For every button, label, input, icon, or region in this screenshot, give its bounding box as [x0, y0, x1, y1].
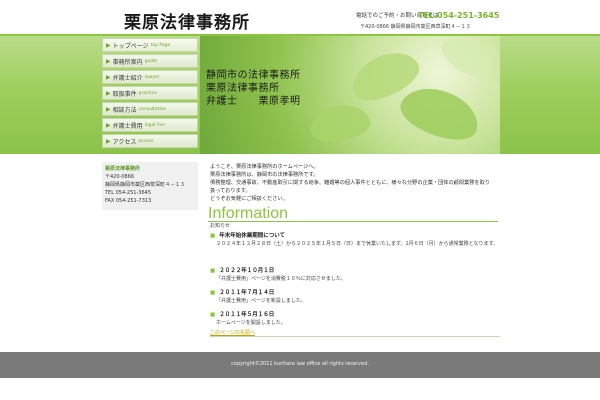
nav-sublabel: access	[138, 138, 154, 144]
news-title: ■ ２０２２年１０月１日	[210, 266, 500, 274]
copyright: copyright©2011 kurihara law office all r…	[231, 361, 369, 367]
leaf-shape	[307, 101, 373, 146]
nav-item-guide[interactable]: ▶ 事務所案内 guide	[102, 54, 198, 68]
square-bullet-icon: ■	[210, 290, 216, 296]
news-item: ■ 年末年始休業期間について ２０２４年１２月２８日（土）から２０２５年１月５日（…	[210, 231, 500, 249]
nav-item-access[interactable]: ▶ アクセス access	[102, 134, 198, 148]
nav-label: 取扱事件	[112, 90, 137, 98]
news-item: ■ ２０１１年５月１６日 ホームページを開設しました。	[210, 310, 500, 328]
header: 栗原法律事務所 電話でのご予約・お問い合わせは TEL.054-251-3645…	[0, 0, 600, 36]
news-item: ■ ２０２２年１０月１日 「弁護士費用」ページを消費税１０％に対応させました。	[210, 266, 500, 284]
hero-banner: 静岡市の法律事務所 栗原法律事務所 弁護士 栗原孝明	[0, 36, 600, 154]
office-zip: 〒420-0866	[105, 174, 135, 180]
office-name: 栗原法律事務所	[105, 166, 141, 172]
news-body: ホームページを開設しました。	[216, 320, 286, 326]
office-fax: FAX 054-251-7313	[105, 198, 152, 204]
header-address: 〒420-0866 静岡県静岡市葵区西草深町４－１３	[360, 24, 471, 30]
nav-sublabel: consultation	[138, 106, 167, 112]
news-body: 「弁護士費用」ページを消費税１０％に対応させました。	[216, 276, 346, 282]
intro-text: ようこそ、栗原法律事務所のホームページへ。 栗原法律事務所は、静岡市の法律事務所…	[210, 163, 495, 203]
arrow-right-icon: ▶	[106, 121, 111, 129]
hero-line: 弁護士 栗原孝明	[206, 96, 301, 107]
intro-line: 債務整理、交通事故、不動産取引に関する紛争、離婚等の個人事件とともに、様々な分野…	[210, 180, 490, 194]
hero-line: 栗原法律事務所	[206, 83, 280, 94]
hero-photo: 静岡市の法律事務所 栗原法律事務所 弁護士 栗原孝明	[200, 36, 500, 154]
nav-label: アクセス	[112, 138, 137, 146]
news-title: ■ 年末年始休業期間について	[210, 231, 500, 239]
news-title-text: ２０２２年１０月１日	[219, 268, 275, 274]
divider	[208, 221, 498, 222]
nav-item-top[interactable]: ▶ トップページ top Page	[102, 38, 198, 52]
side-nav: ▶ トップページ top Page ▶ 事務所案内 guide ▶ 弁護士紹介 lawyer…	[102, 38, 198, 150]
nav-item-practice[interactable]: ▶ 取扱事件 practice	[102, 86, 198, 100]
site-title[interactable]: 栗原法律事務所	[124, 8, 250, 33]
news-body: 「弁護士費用」ページを新設しました。	[216, 298, 306, 304]
nav-item-fee[interactable]: ▶ 弁護士費用 legal Fee	[102, 118, 198, 132]
arrow-right-icon: ▶	[106, 89, 111, 97]
nav-sublabel: practice	[138, 90, 157, 96]
nav-label: 弁護士費用	[112, 122, 143, 130]
arrow-right-icon: ▶	[106, 57, 111, 65]
arrow-right-icon: ▶	[106, 105, 111, 113]
nav-sublabel: top Page	[150, 42, 171, 48]
news-title-text: 年末年始休業期間について	[219, 233, 286, 239]
divider	[210, 336, 500, 337]
news-item: ■ ２０１１年７月１４日 「弁護士費用」ページを新設しました。	[210, 288, 500, 306]
square-bullet-icon: ■	[210, 312, 216, 318]
news-body: ２０２４年１２月２８日（土）から２０２５年１月５日（日）まで休業いたします。1月…	[216, 241, 499, 247]
square-bullet-icon: ■	[210, 233, 216, 239]
nav-sublabel: legal Fee	[144, 122, 165, 128]
leaf-shape	[435, 36, 495, 83]
phone-number[interactable]: TEL.054-251-3645	[418, 11, 499, 20]
nav-label: 事務所案内	[112, 58, 143, 66]
back-to-top-link[interactable]: このページの先頭へ	[210, 329, 255, 336]
nav-item-consultation[interactable]: ▶ 相談方法 consultation	[102, 102, 198, 116]
footer: copyright©2011 kurihara law office all r…	[0, 352, 600, 378]
office-address: 静岡県静岡市葵区西草深町４－１３	[105, 182, 186, 188]
intro-line: ようこそ、栗原法律事務所のホームページへ。	[210, 164, 319, 170]
arrow-right-icon: ▶	[106, 73, 111, 81]
nav-sublabel: guide	[144, 58, 158, 64]
office-tel: TEL 054-251-3645	[105, 190, 152, 196]
office-info-box: 栗原法律事務所 〒420-0866 静岡県静岡市葵区西草深町４－１３ TEL 0…	[102, 162, 198, 210]
intro-line: 栗原法律事務所は、静岡市の法律事務所です。	[210, 172, 319, 178]
news-title-text: ２０１１年７月１４日	[219, 290, 275, 296]
hero-text: 静岡市の法律事務所 栗原法律事務所 弁護士 栗原孝明	[206, 69, 301, 108]
square-bullet-icon: ■	[210, 268, 216, 274]
arrow-right-icon: ▶	[106, 41, 111, 49]
news-title: ■ ２０１１年５月１６日	[210, 310, 500, 318]
hero-line: 静岡市の法律事務所	[206, 70, 301, 81]
news-title-text: ２０１１年５月１６日	[219, 312, 275, 318]
nav-sublabel: lawyer	[144, 74, 160, 80]
intro-line: どうぞお気軽にご相談ください。	[210, 196, 288, 202]
nav-label: 相談方法	[112, 106, 137, 114]
nav-label: 弁護士紹介	[112, 74, 143, 82]
news-title: ■ ２０１１年７月１４日	[210, 288, 500, 296]
info-subheading: お知らせ	[210, 223, 230, 229]
arrow-right-icon: ▶	[106, 137, 111, 145]
leaf-shape	[394, 78, 486, 149]
nav-item-lawyer[interactable]: ▶ 弁護士紹介 lawyer	[102, 70, 198, 84]
nav-label: トップページ	[112, 42, 149, 50]
